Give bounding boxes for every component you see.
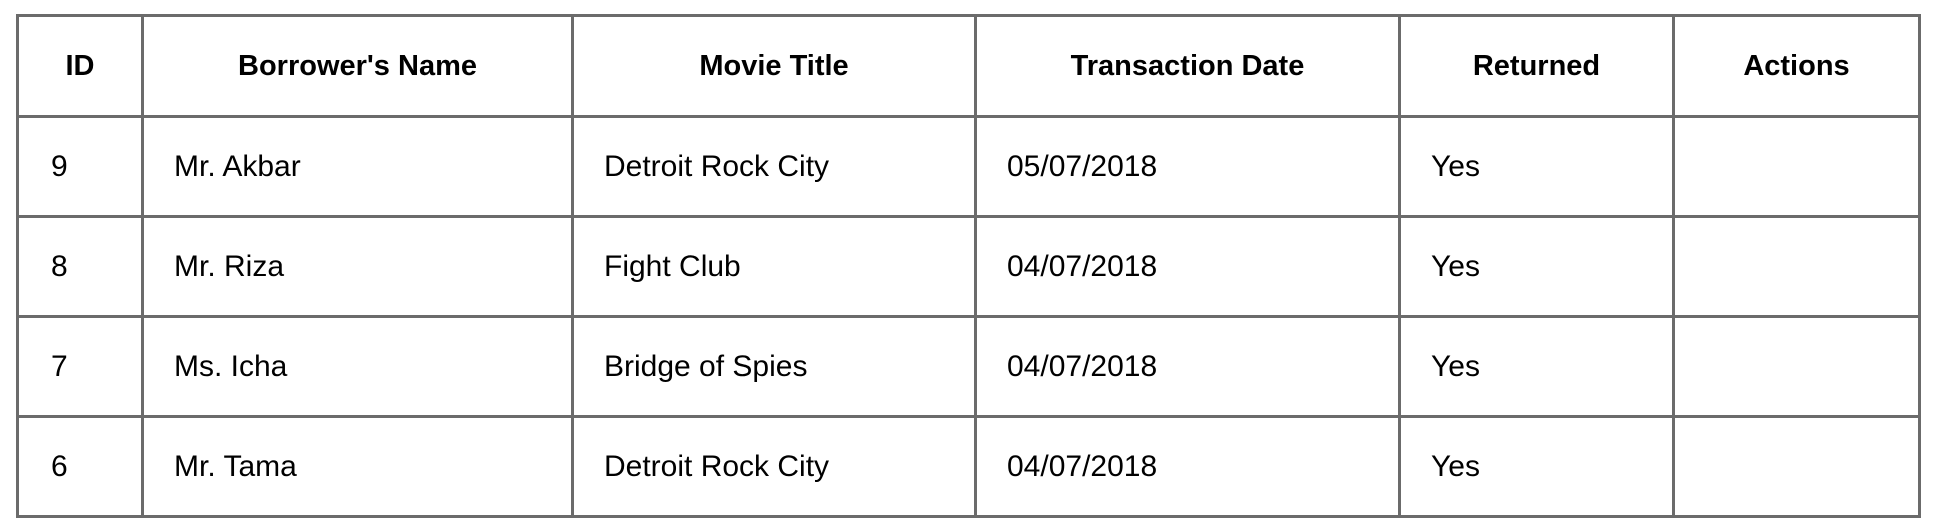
cell-borrower-name: Ms. Icha (141, 315, 574, 418)
table-row: 8 Mr. Riza Fight Club 04/07/2018 Yes (16, 215, 1921, 318)
cell-actions (1672, 315, 1921, 418)
transactions-table: ID Borrower's Name Movie Title Transacti… (16, 14, 1921, 518)
cell-transaction-date: 04/07/2018 (974, 215, 1401, 318)
cell-id: 7 (16, 315, 144, 418)
cell-returned: Yes (1398, 315, 1675, 418)
cell-borrower-name: Mr. Tama (141, 415, 574, 518)
cell-movie-title: Fight Club (571, 215, 977, 318)
cell-movie-title: Detroit Rock City (571, 115, 977, 218)
cell-actions (1672, 215, 1921, 318)
header-movie-title: Movie Title (571, 14, 977, 118)
header-returned: Returned (1398, 14, 1675, 118)
cell-transaction-date: 04/07/2018 (974, 415, 1401, 518)
table-row: 6 Mr. Tama Detroit Rock City 04/07/2018 … (16, 415, 1921, 518)
table-row: 7 Ms. Icha Bridge of Spies 04/07/2018 Ye… (16, 315, 1921, 418)
cell-movie-title: Detroit Rock City (571, 415, 977, 518)
header-id: ID (16, 14, 144, 118)
header-borrower-name: Borrower's Name (141, 14, 574, 118)
cell-movie-title: Bridge of Spies (571, 315, 977, 418)
cell-actions (1672, 415, 1921, 518)
cell-returned: Yes (1398, 115, 1675, 218)
cell-transaction-date: 05/07/2018 (974, 115, 1401, 218)
transactions-table-container: ID Borrower's Name Movie Title Transacti… (16, 14, 1921, 518)
cell-borrower-name: Mr. Akbar (141, 115, 574, 218)
cell-borrower-name: Mr. Riza (141, 215, 574, 318)
cell-id: 9 (16, 115, 144, 218)
table-header: ID Borrower's Name Movie Title Transacti… (16, 14, 1921, 118)
cell-transaction-date: 04/07/2018 (974, 315, 1401, 418)
cell-returned: Yes (1398, 415, 1675, 518)
cell-id: 8 (16, 215, 144, 318)
table-body: 9 Mr. Akbar Detroit Rock City 05/07/2018… (16, 115, 1921, 518)
header-actions: Actions (1672, 14, 1921, 118)
header-transaction-date: Transaction Date (974, 14, 1401, 118)
cell-id: 6 (16, 415, 144, 518)
cell-returned: Yes (1398, 215, 1675, 318)
header-row: ID Borrower's Name Movie Title Transacti… (16, 14, 1921, 118)
table-row: 9 Mr. Akbar Detroit Rock City 05/07/2018… (16, 115, 1921, 218)
cell-actions (1672, 115, 1921, 218)
